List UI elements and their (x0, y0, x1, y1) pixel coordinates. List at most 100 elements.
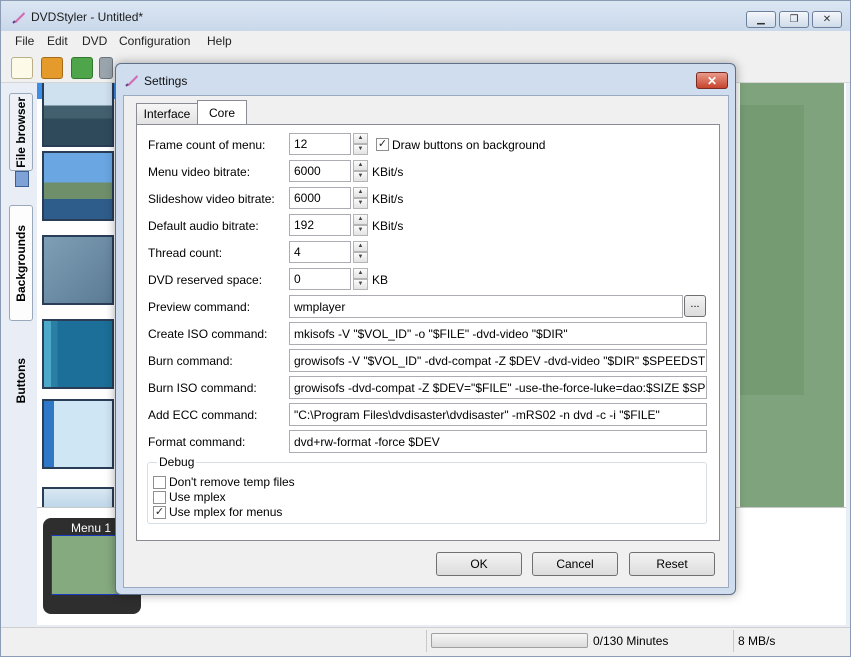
audio-bitrate-spinner[interactable]: ▲ ▼ (353, 214, 368, 236)
menu-preview-region (740, 105, 804, 395)
disc-minutes-text: 0/130 Minutes (593, 634, 669, 648)
reserved-space-label: DVD reserved space: (148, 273, 263, 287)
window-title: DVDStyler - Untitled* (31, 10, 144, 24)
draw-buttons-label: Draw buttons on background (392, 138, 546, 152)
use-mplex-menus-checkbox[interactable]: ✓ (153, 506, 166, 519)
spin-up-icon[interactable]: ▲ (353, 187, 368, 198)
background-thumbnail[interactable] (42, 83, 114, 147)
background-thumbnail[interactable] (42, 487, 114, 507)
frame-count-label: Frame count of menu: (148, 138, 266, 152)
preview-command-label: Preview command: (148, 300, 251, 314)
debug-group-title: Debug (157, 455, 197, 469)
menu-help[interactable]: Help (207, 34, 232, 48)
spin-up-icon[interactable]: ▲ (353, 241, 368, 252)
burn-iso-command-input[interactable]: growisofs -dvd-compat -Z $DEV="$FILE" -u… (289, 376, 707, 399)
tab-file-browser[interactable]: File browser (9, 93, 33, 171)
create-iso-command-input[interactable]: mkisofs -V "$VOL_ID" -o "$FILE" -dvd-vid… (289, 322, 707, 345)
backgrounds-list (37, 83, 117, 507)
checkmark-icon: ✓ (154, 506, 165, 518)
settings-wrench-icon[interactable] (99, 57, 113, 79)
dvdstyler-app-icon (12, 12, 25, 24)
frame-count-input[interactable]: 12 (289, 133, 351, 155)
spin-down-icon[interactable]: ▼ (353, 225, 368, 236)
spin-up-icon[interactable]: ▲ (353, 268, 368, 279)
background-thumbnail[interactable] (42, 319, 114, 389)
create-iso-command-label: Create ISO command: (148, 327, 268, 341)
background-thumbnail[interactable] (42, 151, 114, 221)
reset-button[interactable]: Reset (629, 552, 715, 576)
draw-buttons-checkbox[interactable]: ✓ (376, 138, 389, 151)
left-tab-strip: File browser Backgrounds Buttons (7, 83, 37, 623)
reserved-space-unit: KB (372, 273, 389, 287)
dialog-close-button[interactable]: ✕ (696, 72, 728, 89)
spin-up-icon[interactable]: ▲ (353, 133, 368, 144)
format-command-input[interactable]: dvd+rw-format -force $DEV (289, 430, 707, 453)
maximize-button[interactable]: ❐ (779, 11, 809, 28)
thread-count-input[interactable]: 4 (289, 241, 351, 263)
status-separator (733, 630, 734, 652)
tab-core[interactable]: Core (197, 100, 247, 124)
save-icon[interactable] (71, 57, 93, 79)
slideshow-bitrate-input[interactable]: 6000 (289, 187, 351, 209)
dont-remove-temp-checkbox[interactable] (153, 476, 166, 489)
spin-up-icon[interactable]: ▲ (353, 160, 368, 171)
status-separator (426, 630, 427, 652)
format-command-label: Format command: (148, 435, 246, 449)
tab-buttons-label: Buttons (14, 358, 28, 404)
cancel-button[interactable]: Cancel (532, 552, 618, 576)
browse-button[interactable]: ... (684, 295, 706, 317)
slideshow-bitrate-label: Slideshow video bitrate: (148, 192, 275, 206)
disc-usage-progress (431, 633, 588, 648)
burn-command-input[interactable]: growisofs -V "$VOL_ID" -dvd-compat -Z $D… (289, 349, 707, 372)
use-mplex-checkbox[interactable] (153, 491, 166, 504)
menu-preview-canvas[interactable] (740, 83, 844, 507)
spin-down-icon[interactable]: ▼ (353, 252, 368, 263)
menu-configuration[interactable]: Configuration (119, 34, 190, 48)
reserved-space-spinner[interactable]: ▲ ▼ (353, 268, 368, 290)
settings-icon (125, 75, 138, 87)
new-file-icon[interactable] (11, 57, 33, 79)
menu-file[interactable]: File (15, 34, 34, 48)
status-bar: 0/130 Minutes 8 MB/s (1, 627, 850, 656)
thread-count-label: Thread count: (148, 246, 223, 260)
background-thumbnail[interactable] (42, 399, 114, 469)
menu-dvd[interactable]: DVD (82, 34, 107, 48)
restore-icon: ❐ (789, 14, 799, 25)
burn-iso-command-label: Burn ISO command: (148, 381, 257, 395)
burn-command-label: Burn command: (148, 354, 233, 368)
audio-bitrate-input[interactable]: 192 (289, 214, 351, 236)
close-button[interactable]: ✕ (812, 11, 842, 28)
reserved-space-input[interactable]: 0 (289, 268, 351, 290)
spin-down-icon[interactable]: ▼ (353, 144, 368, 155)
add-ecc-command-input[interactable]: "C:\Program Files\dvdisaster\dvdisaster"… (289, 403, 707, 426)
menu-edit[interactable]: Edit (47, 34, 68, 48)
menu-bitrate-spinner[interactable]: ▲ ▼ (353, 160, 368, 182)
add-ecc-command-label: Add ECC command: (148, 408, 258, 422)
audio-bitrate-label: Default audio bitrate: (148, 219, 259, 233)
menu-bitrate-unit: KBit/s (372, 165, 404, 179)
minimize-button[interactable]: ▁ (746, 11, 776, 28)
background-thumbnail[interactable] (42, 235, 114, 305)
tab-interface[interactable]: Interface (136, 103, 198, 124)
menu-bitrate-input[interactable]: 6000 (289, 160, 351, 182)
dialog-body: Interface Core Frame count of menu: 12 ▲… (123, 95, 729, 588)
open-folder-icon[interactable] (41, 57, 63, 79)
thread-count-spinner[interactable]: ▲ ▼ (353, 241, 368, 263)
tab-backgrounds[interactable]: Backgrounds (9, 205, 33, 321)
preview-command-input[interactable]: wmplayer (289, 295, 683, 318)
title-bar[interactable]: DVDStyler - Untitled* ▁ ❐ ✕ (1, 1, 850, 31)
dialog-title: Settings (144, 74, 188, 88)
spin-down-icon[interactable]: ▼ (353, 171, 368, 182)
file-browser-icon (15, 171, 29, 187)
tab-buttons[interactable]: Buttons (9, 333, 33, 429)
core-settings-panel: Frame count of menu: 12 ▲ ▼ ✓ Draw button… (136, 124, 720, 541)
spin-down-icon[interactable]: ▼ (353, 198, 368, 209)
menu-bar: File Edit DVD Configuration Help (1, 31, 850, 51)
spin-up-icon[interactable]: ▲ (353, 214, 368, 225)
frame-count-spinner[interactable]: ▲ ▼ (353, 133, 368, 155)
ok-button[interactable]: OK (436, 552, 522, 576)
menu-preview-area[interactable] (736, 83, 846, 507)
slideshow-bitrate-spinner[interactable]: ▲ ▼ (353, 187, 368, 209)
audio-bitrate-unit: KBit/s (372, 219, 404, 233)
spin-down-icon[interactable]: ▼ (353, 279, 368, 290)
